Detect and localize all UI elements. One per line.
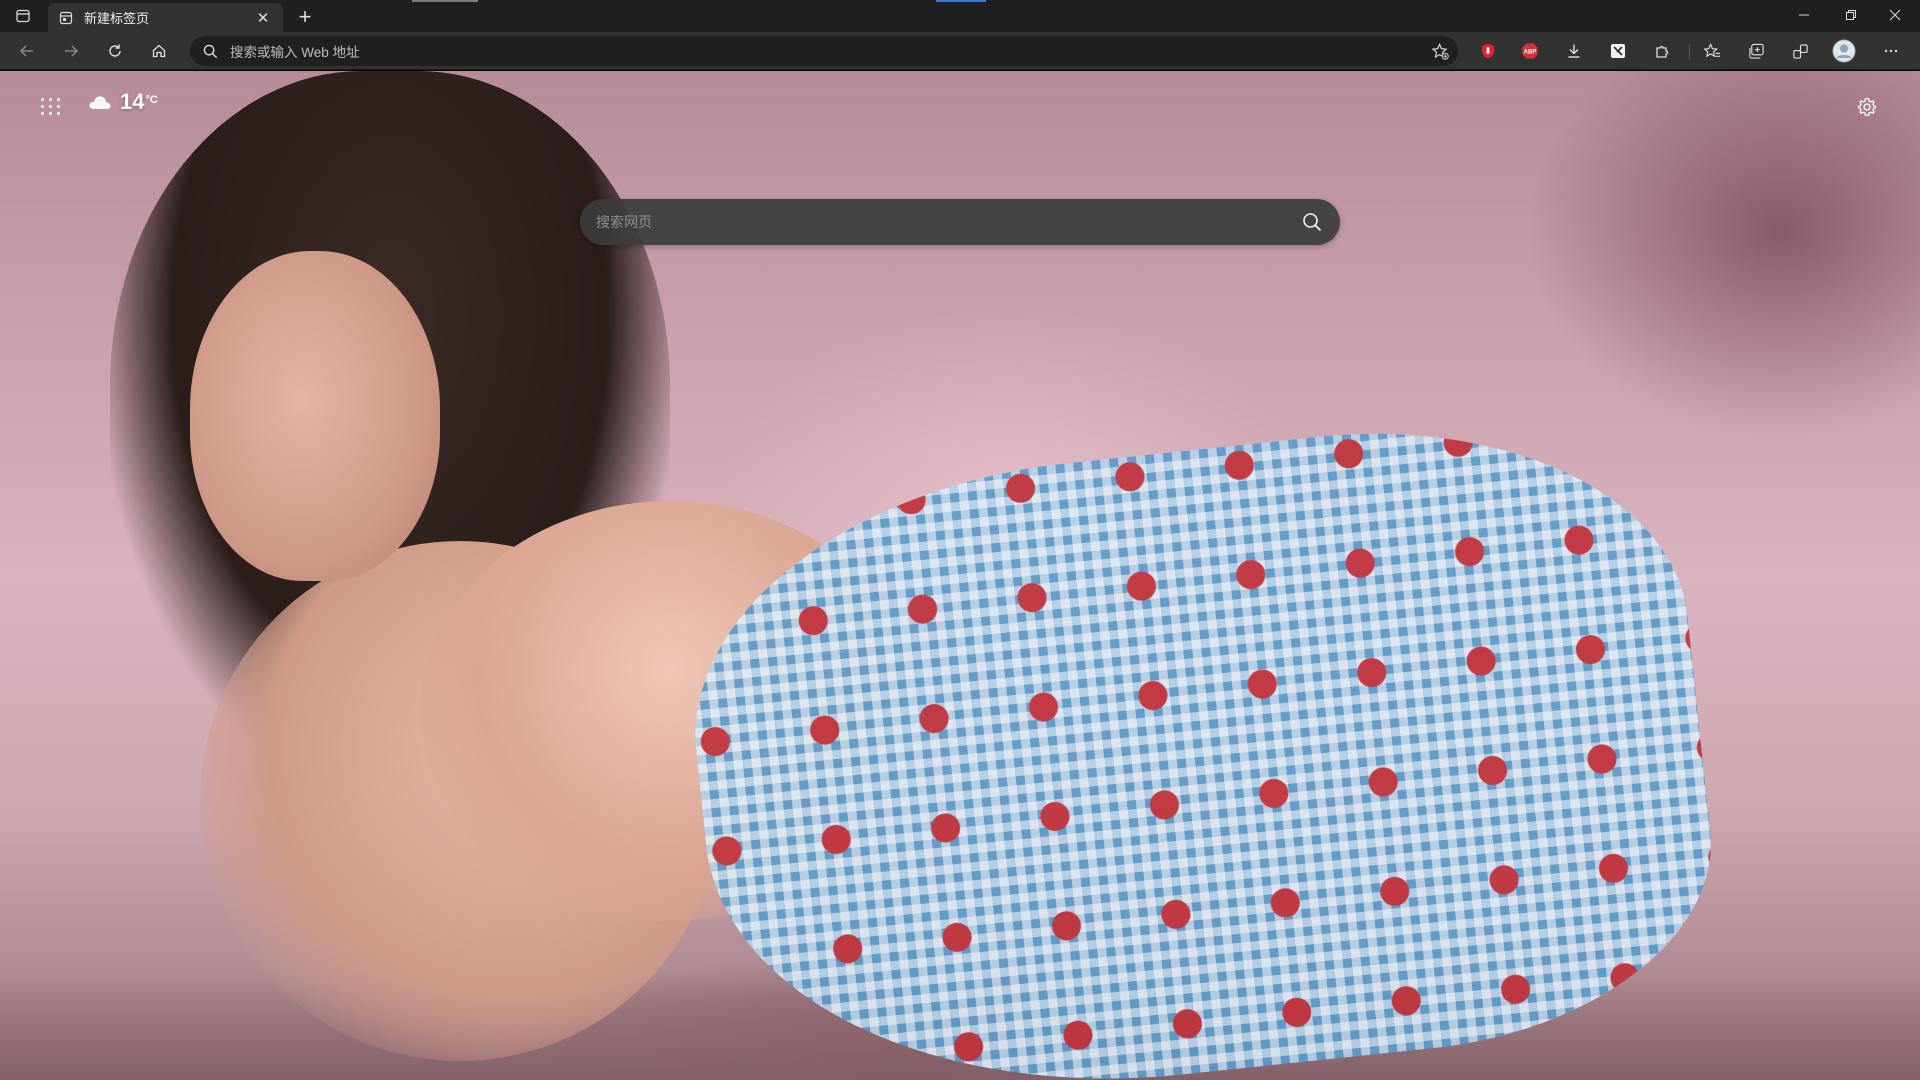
- weather-temperature: 14: [120, 89, 145, 114]
- abp-icon: ABP: [1522, 43, 1538, 59]
- page-settings-button[interactable]: [1853, 93, 1881, 121]
- weather-widget[interactable]: 14°C: [88, 89, 158, 115]
- window-drag-indicator: [412, 0, 478, 2]
- minimize-icon: [1799, 14, 1809, 16]
- home-icon: [152, 44, 166, 58]
- home-button[interactable]: [144, 37, 174, 65]
- page-icon: [58, 10, 74, 26]
- downloads-button[interactable]: [1559, 37, 1589, 65]
- add-favorite-icon[interactable]: [1422, 42, 1458, 60]
- favorites-icon: [1703, 42, 1720, 57]
- web-search-box[interactable]: 搜索网页: [580, 199, 1340, 245]
- web-search-input[interactable]: 搜索网页: [596, 212, 1284, 232]
- collections-icon: [1748, 43, 1764, 59]
- close-window-button[interactable]: [1873, 0, 1917, 30]
- profile-avatar: [1832, 39, 1856, 63]
- restore-button[interactable]: [1829, 0, 1873, 30]
- minimize-button[interactable]: [1782, 0, 1826, 30]
- collections-button[interactable]: [1741, 37, 1771, 65]
- profile-button[interactable]: [1829, 37, 1859, 65]
- browser-toolbar: 搜索或输入 Web 地址 ABP: [0, 32, 1920, 70]
- tab-new-tab[interactable]: 新建标签页 ✕: [48, 3, 283, 32]
- grid-dot: [41, 111, 44, 115]
- search-icon: [190, 44, 230, 59]
- adblock-red-icon: [1482, 43, 1494, 59]
- back-arrow-icon: [20, 45, 33, 57]
- grid-dot: [49, 97, 52, 101]
- tab-close-icon[interactable]: ✕: [253, 8, 273, 28]
- svg-text:ABP: ABP: [1524, 50, 1537, 56]
- toolbar-separator: [1689, 44, 1690, 60]
- favorites-button[interactable]: [1697, 37, 1727, 65]
- extension-tile-icon: [1611, 44, 1625, 58]
- sync-icon: [1792, 43, 1808, 59]
- grid-dot: [57, 104, 60, 108]
- download-icon: [1568, 44, 1580, 58]
- cloud-icon: [89, 96, 111, 109]
- puzzle-icon: [1656, 45, 1669, 58]
- new-tab-page: 14°C 搜索网页: [0, 71, 1920, 1080]
- web-search-submit-button[interactable]: [1284, 199, 1340, 245]
- gear-icon: [1857, 97, 1877, 117]
- forward-button[interactable]: [56, 37, 86, 65]
- more-menu-button[interactable]: [1876, 37, 1906, 65]
- window-snap-indicator: [936, 0, 986, 2]
- close-icon: [1889, 9, 1901, 21]
- grid-dot: [57, 111, 60, 115]
- grid-dot: [57, 97, 60, 101]
- back-button[interactable]: [12, 37, 42, 65]
- search-icon: [1303, 213, 1322, 232]
- ext-adblock-button[interactable]: [1473, 37, 1503, 65]
- background-figure-face: [190, 251, 440, 581]
- new-tab-button[interactable]: +: [292, 4, 318, 30]
- ext-tile-button[interactable]: [1603, 37, 1633, 65]
- refresh-button[interactable]: [100, 37, 130, 65]
- tab-actions-icon: [16, 9, 30, 23]
- extensions-button[interactable]: [1647, 37, 1677, 65]
- restore-icon: [1846, 10, 1856, 20]
- address-bar[interactable]: 搜索或输入 Web 地址: [190, 36, 1458, 66]
- tab-strip: 新建标签页 ✕ +: [0, 0, 1920, 32]
- apps-launcher-button[interactable]: [38, 93, 64, 119]
- grid-dot: [49, 104, 52, 108]
- sync-button[interactable]: [1785, 37, 1815, 65]
- address-placeholder: 搜索或输入 Web 地址: [230, 45, 360, 60]
- weather-unit: °C: [145, 93, 158, 106]
- grid-dot: [41, 97, 44, 101]
- forward-arrow-icon: [65, 45, 78, 57]
- grid-dot: [41, 104, 44, 108]
- ext-abp-button[interactable]: ABP: [1515, 37, 1545, 65]
- refresh-icon: [109, 44, 121, 57]
- tab-actions-button[interactable]: [8, 3, 38, 29]
- more-icon: [1884, 49, 1898, 53]
- grid-dot: [49, 111, 52, 115]
- tab-title: 新建标签页: [84, 11, 150, 26]
